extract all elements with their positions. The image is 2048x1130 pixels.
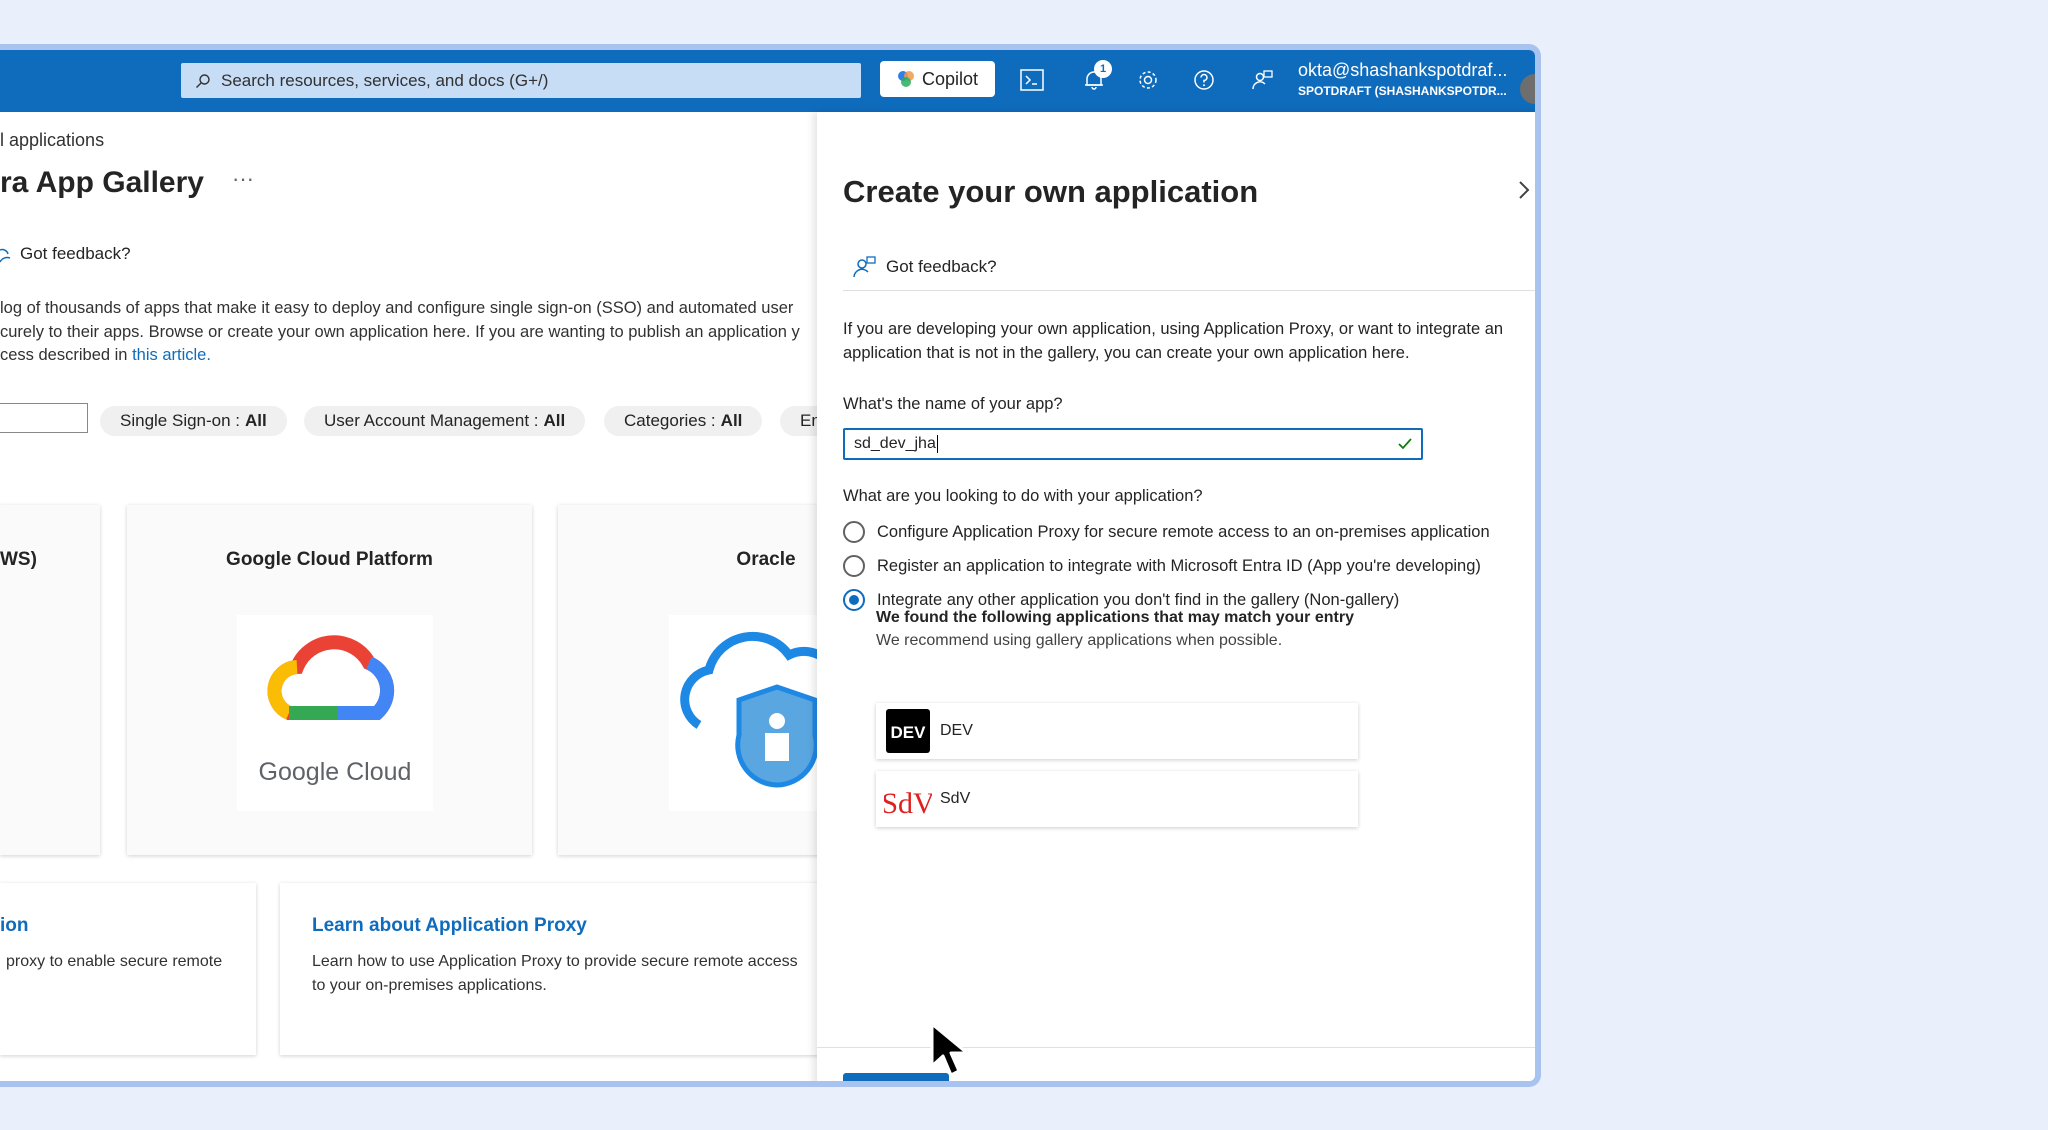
gallery-feedback-label: Got feedback?	[20, 244, 131, 263]
copilot-label: Copilot	[921, 68, 979, 89]
option-app-proxy[interactable]: Configure Application Proxy for secure r…	[843, 521, 1490, 543]
app-card-oracle[interactable]: Oracle	[558, 505, 843, 855]
valid-check-icon	[1398, 438, 1412, 450]
filter-label: Single Sign-on :	[120, 411, 241, 430]
sdv-logo: SdV	[884, 777, 932, 821]
text-caret	[936, 435, 938, 453]
copilot-button[interactable]: Copilot	[880, 61, 995, 97]
account-tenant: SPOTDRAFT (SHASHANKSPOTDR...	[1298, 84, 1507, 98]
option-register-app[interactable]: Register an application to integrate wit…	[843, 555, 1481, 577]
filter-categories[interactable]: Categories : All	[604, 406, 763, 436]
intro-line-2: curely to their apps. Browse or create y…	[0, 322, 800, 341]
option-non-gallery[interactable]: Integrate any other application you don'…	[843, 589, 1399, 611]
account-email: okta@shashankspotdraf...	[1298, 60, 1508, 80]
filter-value: All	[245, 411, 267, 430]
divider	[843, 290, 1535, 291]
close-icon[interactable]	[1517, 176, 1531, 207]
filter-single-sign-on[interactable]: Single Sign-on : All	[100, 406, 287, 436]
create-app-panel: Create your own application Got feedback…	[817, 112, 1535, 1081]
google-cloud-logo: Google Cloud	[237, 615, 433, 811]
match-item-dev[interactable]: DEV DEV	[876, 703, 1358, 759]
info-card-application[interactable]: ion proxy to enable secure remote	[0, 883, 256, 1055]
notification-badge: 1	[1094, 60, 1112, 78]
match-name: SdV	[940, 790, 971, 807]
mouse-pointer-icon	[930, 1022, 969, 1077]
info-card-desc-line-1: Learn how to use Application Proxy to pr…	[312, 953, 798, 970]
search-bar[interactable]: Search resources, services, and docs (G+…	[181, 63, 861, 98]
panel-feedback-label: Got feedback?	[886, 257, 997, 276]
sdv-logo-text: SdV	[884, 787, 932, 820]
cloud-shell-icon[interactable]	[1018, 66, 1046, 94]
app-card-name: WS)	[0, 549, 37, 570]
info-card-title[interactable]: Learn about Application Proxy	[312, 915, 587, 937]
app-card-google-cloud[interactable]: Google Cloud Platform Google Cloud	[127, 505, 532, 855]
panel-title: Create your own application	[843, 174, 1259, 209]
info-card-desc: proxy to enable secure remote	[6, 953, 223, 970]
intro-line-3: cess described in	[0, 346, 133, 364]
matches-subtitle: We recommend using gallery applications …	[876, 632, 1283, 649]
oracle-logo	[669, 615, 843, 811]
radio-button-selected[interactable]	[843, 589, 865, 611]
dev-logo: DEV	[886, 709, 930, 753]
info-card-application-proxy[interactable]: Learn about Application Proxy Learn how …	[280, 883, 820, 1055]
radio-button[interactable]	[843, 555, 865, 577]
info-card-desc: Learn how to use Application Proxy to pr…	[312, 950, 798, 998]
google-cloud-text: Google Cloud	[259, 758, 412, 786]
filter-label: User Account Management :	[324, 411, 539, 430]
portal-window: Search resources, services, and docs (G+…	[0, 44, 1541, 1087]
app-card-name: Google Cloud Platform	[226, 549, 433, 570]
filter-value: All	[543, 411, 566, 430]
option-label: Register an application to integrate wit…	[877, 556, 1481, 575]
help-icon[interactable]	[1190, 66, 1218, 94]
app-card-aws[interactable]: WS)	[0, 505, 100, 855]
filter-user-account-management[interactable]: User Account Management : All	[304, 406, 586, 436]
app-name-label: What's the name of your app?	[843, 395, 1063, 413]
dev-logo-text: DEV	[891, 723, 927, 742]
more-options-button[interactable]: ···	[232, 166, 254, 192]
gallery-intro: log of thousands of apps that make it ea…	[0, 297, 818, 368]
gallery-feedback-link[interactable]: Got feedback?	[0, 244, 131, 264]
purpose-label: What are you looking to do with your app…	[843, 487, 1203, 505]
feedback-icon[interactable]	[1248, 66, 1276, 94]
match-item-sdv[interactable]: SdV SdV	[876, 771, 1358, 827]
feedback-icon	[853, 256, 876, 278]
search-icon	[196, 73, 210, 88]
filter-label: Categories :	[624, 411, 716, 430]
matches-title: We found the following applications that…	[876, 609, 1354, 626]
match-name: DEV	[940, 722, 973, 739]
panel-description: If you are developing your own applicati…	[843, 320, 1504, 362]
app-name-value: sd_dev_jha	[854, 435, 936, 452]
avatar[interactable]	[1520, 74, 1535, 104]
account-menu[interactable]: okta@shashankspotdraf... SPOTDRAFT (SHAS…	[1298, 60, 1507, 98]
page-title: ra App Gallery	[0, 166, 204, 199]
search-placeholder: Search resources, services, and docs (G+…	[221, 70, 549, 90]
settings-gear-icon[interactable]	[1134, 66, 1162, 94]
feedback-icon	[0, 248, 11, 263]
radio-button[interactable]	[843, 521, 865, 543]
filter-value: All	[720, 411, 743, 430]
panel-feedback-link[interactable]: Got feedback?	[852, 255, 997, 279]
top-bar: Search resources, services, and docs (G+…	[0, 50, 1535, 112]
option-label: Configure Application Proxy for secure r…	[877, 522, 1490, 541]
info-card-desc-line-2: to your on-premises applications.	[312, 977, 547, 994]
intro-line-1: log of thousands of apps that make it ea…	[0, 299, 794, 317]
app-search-input[interactable]	[0, 403, 88, 433]
copilot-icon	[897, 71, 914, 87]
info-card-title[interactable]: ion	[0, 915, 29, 937]
breadcrumb[interactable]: l applications	[0, 130, 104, 151]
this-article-link[interactable]: this article.	[132, 346, 211, 364]
footer-divider	[817, 1047, 1535, 1048]
notifications-icon[interactable]: 1	[1080, 60, 1112, 94]
app-name-input[interactable]: sd_dev_jha	[843, 428, 1423, 460]
option-label: Integrate any other application you don'…	[877, 590, 1400, 609]
